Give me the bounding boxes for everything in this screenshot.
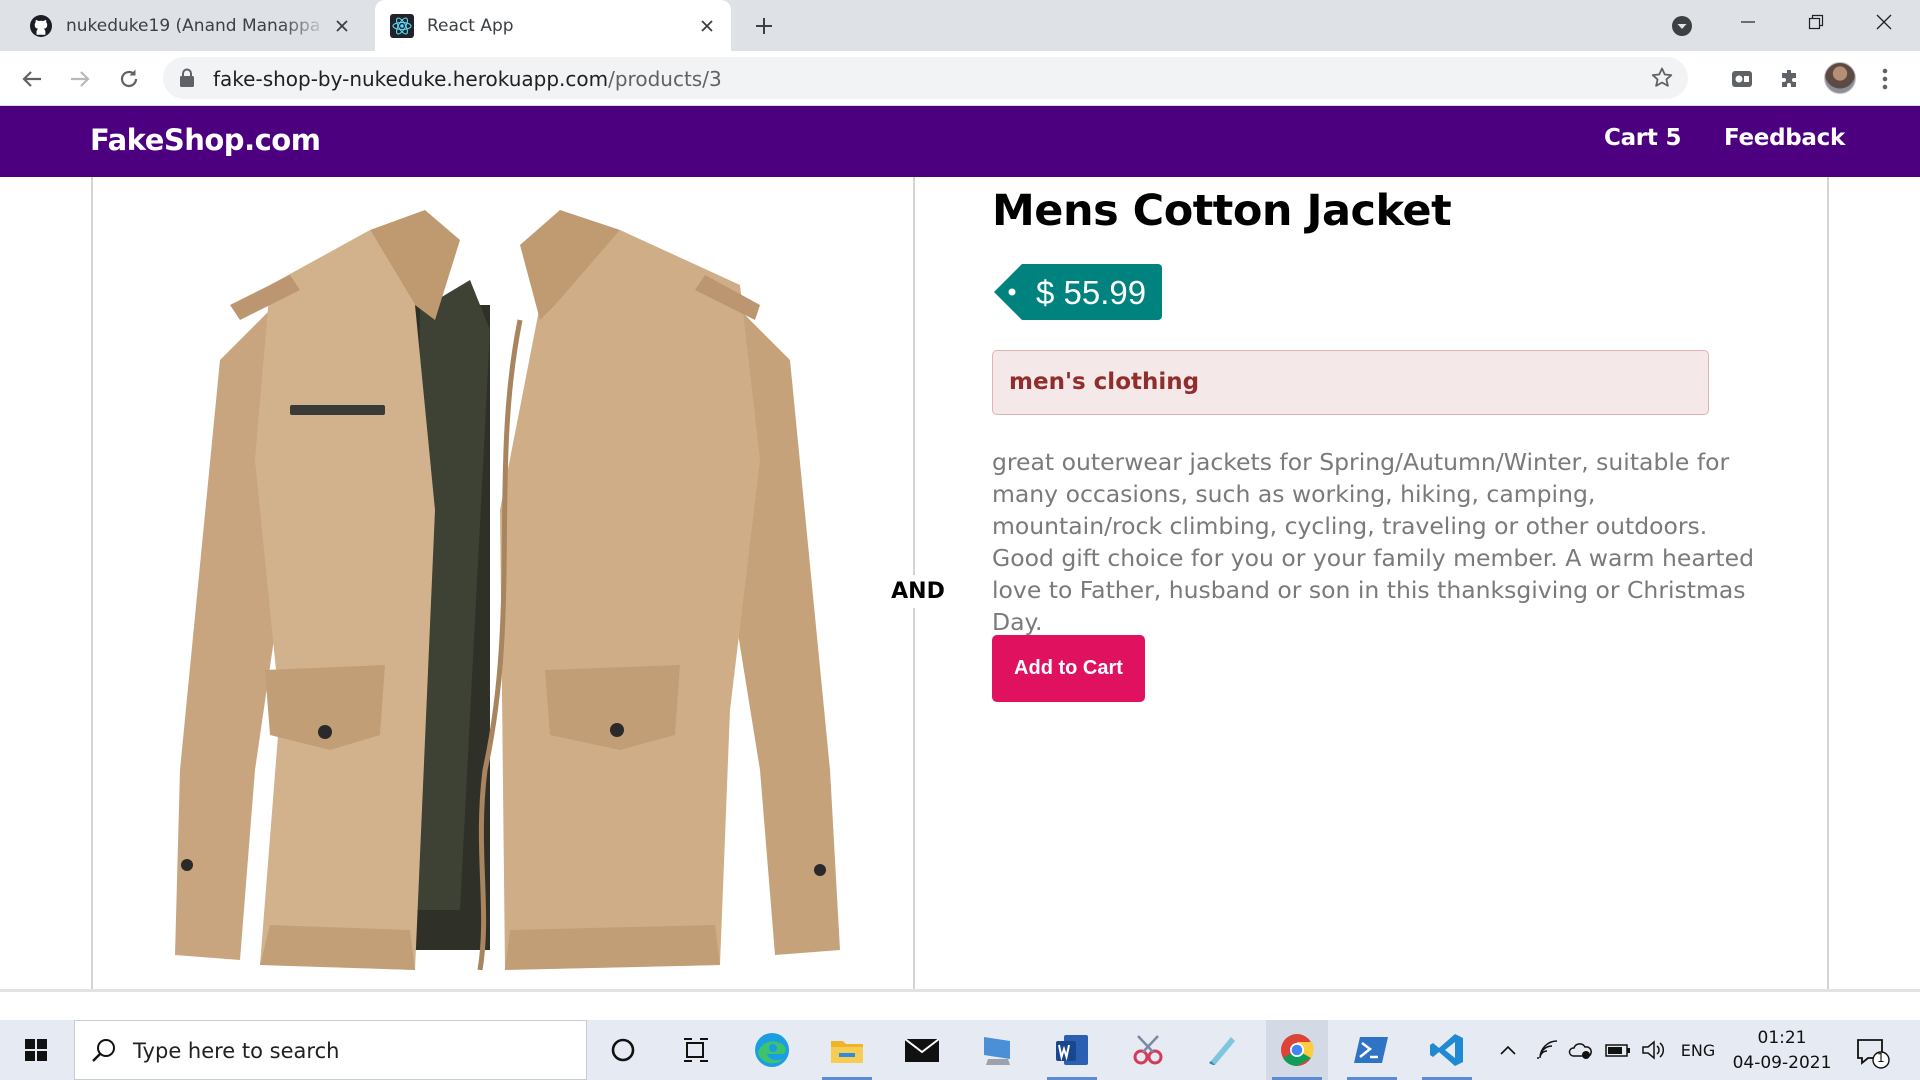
cart-count: 5 xyxy=(1665,125,1682,151)
notification-center-button[interactable]: 1 xyxy=(1852,1032,1892,1072)
restore-button[interactable] xyxy=(1782,0,1850,44)
search-icon xyxy=(91,1037,117,1067)
close-icon[interactable] xyxy=(328,12,356,40)
word-icon[interactable] xyxy=(1041,1020,1103,1080)
file-explorer-icon[interactable] xyxy=(816,1020,878,1080)
product-description: great outerwear jackets for Spring/Autum… xyxy=(992,448,1755,636)
minimize-button[interactable] xyxy=(1714,0,1782,44)
browser-toolbar: fake-shop-by-nukeduke.herokuapp.com/prod… xyxy=(0,51,1920,106)
windows-taskbar: Type here to search ENG 01:21 04-09-2021… xyxy=(0,1020,1920,1080)
snip-icon[interactable] xyxy=(1117,1020,1179,1080)
search-placeholder: Type here to search xyxy=(133,1039,340,1063)
divider-label: AND xyxy=(888,575,948,608)
tab-title: nukeduke19 (Anand Manappa La xyxy=(66,15,328,36)
extensions-puzzle-icon[interactable] xyxy=(1775,64,1805,94)
price-tag: $ 55.99 xyxy=(994,264,1162,320)
tab-search-button[interactable] xyxy=(1668,12,1696,40)
computer-icon[interactable] xyxy=(967,1020,1029,1080)
arrow-left-icon xyxy=(22,71,41,87)
reload-icon xyxy=(120,69,138,88)
extension-icon[interactable] xyxy=(1727,64,1757,94)
reload-button[interactable] xyxy=(112,62,146,96)
language-indicator[interactable]: ENG xyxy=(1676,1020,1720,1080)
chevron-up-icon[interactable] xyxy=(1494,1020,1522,1080)
react-icon xyxy=(389,13,415,39)
forward-button[interactable] xyxy=(63,62,97,96)
onedrive-icon[interactable] xyxy=(1566,1020,1596,1080)
plus-icon xyxy=(756,18,772,34)
lock-icon xyxy=(179,68,195,92)
start-button[interactable] xyxy=(0,1020,72,1080)
taskbar-search-box[interactable]: Type here to search xyxy=(74,1020,587,1080)
github-icon xyxy=(28,13,54,39)
site-header: FakeShop.com Cart 5 Feedback xyxy=(0,106,1920,177)
minimize-icon xyxy=(1741,21,1755,23)
url-host: fake-shop-by-nukeduke.herokuapp.com xyxy=(213,67,609,91)
page-bottom-border xyxy=(0,989,1920,992)
powershell-icon[interactable] xyxy=(1341,1020,1403,1080)
close-icon[interactable] xyxy=(693,12,721,40)
more-menu-icon[interactable] xyxy=(1870,64,1900,94)
product-image xyxy=(160,210,850,971)
tab-title: React App xyxy=(427,15,514,36)
address-bar[interactable]: fake-shop-by-nukeduke.herokuapp.com/prod… xyxy=(163,57,1688,99)
task-view-icon[interactable] xyxy=(665,1020,727,1080)
volume-icon[interactable] xyxy=(1639,1020,1669,1080)
tab-react-app[interactable]: React App xyxy=(375,0,731,51)
cortana-icon[interactable] xyxy=(592,1020,654,1080)
notification-icon xyxy=(1857,1039,1890,1069)
profile-avatar[interactable] xyxy=(1824,62,1856,94)
category-label: men's clothing xyxy=(992,350,1709,415)
clock-time: 01:21 xyxy=(1757,1028,1807,1048)
bookmark-star-icon[interactable] xyxy=(1650,66,1674,94)
window-close-button[interactable] xyxy=(1850,0,1918,44)
vscode-icon[interactable] xyxy=(1416,1020,1478,1080)
site-logo[interactable]: FakeShop.com xyxy=(90,123,321,157)
url-path: /products/3 xyxy=(608,67,722,91)
browser-tab-strip: nukeduke19 (Anand Manappa La React App xyxy=(0,0,1920,51)
add-to-cart-button[interactable]: Add to Cart xyxy=(992,635,1145,702)
close-icon xyxy=(1876,14,1892,30)
new-tab-button[interactable] xyxy=(748,10,780,42)
url-text: fake-shop-by-nukeduke.herokuapp.com/prod… xyxy=(213,67,722,91)
notification-count: 1 xyxy=(1877,1051,1885,1065)
mail-icon[interactable] xyxy=(891,1020,953,1080)
restore-icon xyxy=(1808,14,1824,30)
wifi-icon[interactable] xyxy=(1532,1020,1562,1080)
notepad-icon[interactable] xyxy=(1191,1020,1253,1080)
arrow-right-icon xyxy=(71,71,90,87)
edge-icon[interactable] xyxy=(741,1020,803,1080)
product-price: $ 55.99 xyxy=(1036,274,1147,311)
chevron-down-icon xyxy=(1672,16,1692,36)
product-title: Mens Cotton Jacket xyxy=(992,186,1452,236)
clock-date: 04-09-2021 xyxy=(1732,1053,1832,1073)
category-text: men's clothing xyxy=(1009,369,1200,395)
tab-github[interactable]: nukeduke19 (Anand Manappa La xyxy=(14,0,366,51)
windows-logo-icon xyxy=(25,1039,47,1061)
back-button[interactable] xyxy=(15,62,49,96)
feedback-link[interactable]: Feedback xyxy=(1724,125,1845,151)
cart-link[interactable]: Cart 5 xyxy=(1604,125,1682,151)
battery-icon[interactable] xyxy=(1603,1020,1633,1080)
system-clock[interactable]: 01:21 04-09-2021 xyxy=(1728,1026,1836,1076)
cart-label: Cart xyxy=(1604,125,1658,151)
chrome-icon[interactable] xyxy=(1266,1020,1328,1080)
